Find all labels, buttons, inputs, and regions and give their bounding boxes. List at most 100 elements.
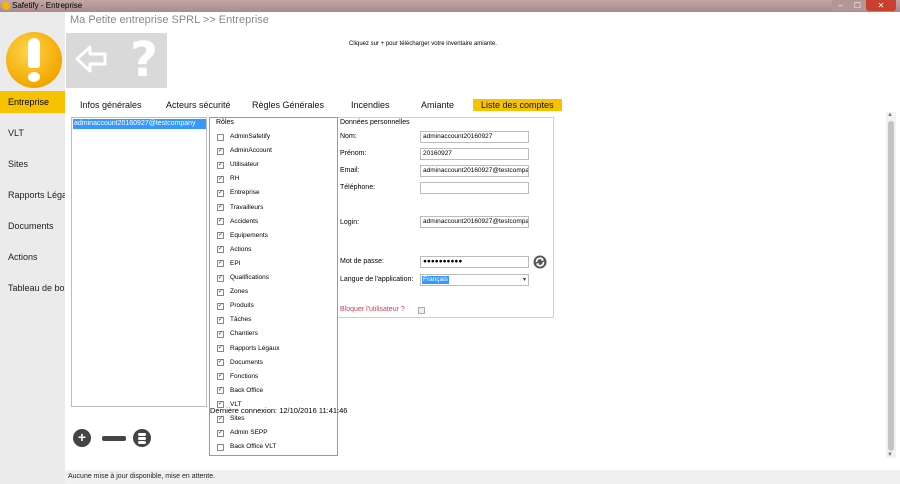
list-item-selected[interactable]: adminaccount20160927@testcompany xyxy=(73,119,206,129)
role-item[interactable]: ✓ RH xyxy=(217,174,239,184)
remove-account-button[interactable] xyxy=(102,436,126,441)
role-label: Travailleurs xyxy=(230,203,264,211)
telephone-field[interactable] xyxy=(420,182,529,194)
block-user-checkbox[interactable] xyxy=(418,307,425,314)
tab-bar: Infos générales Acteurs sécurité Règles … xyxy=(70,99,890,111)
role-item[interactable]: ✓ EPI xyxy=(217,259,240,269)
sidebar-item-tableau-de-bord[interactable]: Tableau de bord xyxy=(0,277,65,299)
role-item[interactable]: ✓ Produits xyxy=(217,301,254,311)
role-item[interactable]: ✓ Rapports Légaux xyxy=(217,344,280,354)
role-label: Fonctions xyxy=(230,372,259,380)
role-label: Equipements xyxy=(230,231,268,239)
add-account-button[interactable]: + xyxy=(73,429,91,447)
role-checkbox[interactable]: ✓ xyxy=(217,387,224,395)
role-checkbox[interactable]: ✓ xyxy=(217,232,224,240)
tab-amiante[interactable]: Amiante xyxy=(421,99,454,111)
role-label: Zones xyxy=(230,288,249,296)
role-checkbox[interactable]: ✓ xyxy=(217,189,224,197)
sidebar-item-vlt[interactable]: VLT xyxy=(0,122,65,144)
role-item[interactable]: ✓ Admin SEPP xyxy=(217,428,268,438)
maximize-button[interactable]: ☐ xyxy=(849,0,866,11)
role-item[interactable]: ✓ Actions xyxy=(217,245,251,255)
sidebar-item-rapports-legaux[interactable]: Rapports Légaux xyxy=(0,184,65,206)
prenom-field[interactable]: 20160927 xyxy=(420,148,529,160)
role-item[interactable]: ✓ Entreprise xyxy=(217,188,260,198)
language-select[interactable]: Français ▾ xyxy=(420,274,529,286)
role-item[interactable]: ✓ Back Office xyxy=(217,386,263,396)
sidebar: Entreprise VLT Sites Rapports Légaux Doc… xyxy=(0,12,65,484)
tab-acteurs-securite[interactable]: Acteurs sécurité xyxy=(166,99,231,111)
vertical-scrollbar[interactable]: ▲ ▼ xyxy=(886,112,896,458)
sidebar-item-actions[interactable]: Actions xyxy=(0,246,65,268)
help-icon[interactable]: ? xyxy=(124,35,164,85)
sidebar-item-sites[interactable]: Sites xyxy=(0,153,65,175)
role-item[interactable]: ✓ Utilisateur xyxy=(217,160,259,170)
database-icon[interactable] xyxy=(133,429,151,447)
role-label: AdminSafetify xyxy=(230,133,271,140)
role-checkbox[interactable]: ✓ xyxy=(217,345,224,352)
role-checkbox[interactable]: ✓ xyxy=(217,246,224,254)
scroll-down-icon[interactable]: ▼ xyxy=(887,452,893,458)
role-item[interactable]: ✓ Chantiers xyxy=(217,329,258,339)
role-item[interactable]: Back Office VLT xyxy=(217,442,276,452)
email-field[interactable]: adminaccount20160927@testcompany xyxy=(420,165,529,177)
account-actions: + xyxy=(73,427,163,447)
scroll-up-icon[interactable]: ▲ xyxy=(887,112,893,118)
role-checkbox[interactable]: ✓ xyxy=(217,274,224,282)
login-label: Login: xyxy=(340,219,360,226)
role-checkbox[interactable]: ✓ xyxy=(217,175,224,183)
refresh-icon[interactable] xyxy=(533,255,547,269)
tab-incendies[interactable]: Incendies xyxy=(351,99,390,111)
role-checkbox[interactable]: ✓ xyxy=(217,415,224,423)
role-checkbox[interactable]: ✓ xyxy=(217,204,224,211)
role-item[interactable]: ✓ Tâches xyxy=(217,315,251,325)
role-checkbox[interactable]: ✓ xyxy=(217,288,224,296)
role-item[interactable]: ✓ AdminAccount xyxy=(217,146,272,156)
role-item[interactable]: ✓ Accidents xyxy=(217,217,258,227)
login-field[interactable]: adminaccount20160927@testcompany xyxy=(420,216,529,228)
prenom-label: Prénom: xyxy=(340,150,367,157)
sidebar-item-documents[interactable]: Documents xyxy=(0,215,65,237)
password-field[interactable]: ●●●●●●●●●● xyxy=(420,256,529,268)
role-checkbox[interactable]: ✓ xyxy=(217,260,224,268)
role-checkbox[interactable]: ✓ xyxy=(217,218,224,226)
tab-infos-generales[interactable]: Infos générales xyxy=(80,99,142,111)
role-checkbox[interactable]: ✓ xyxy=(217,316,224,324)
language-label: Langue de l'application: xyxy=(340,276,414,283)
role-checkbox[interactable]: ✓ xyxy=(217,359,224,367)
role-checkbox[interactable]: ✓ xyxy=(217,302,224,310)
role-item[interactable]: ✓ Travailleurs xyxy=(217,203,263,213)
role-item[interactable]: ✓ Zones xyxy=(217,287,248,297)
app-icon xyxy=(2,2,10,10)
role-checkbox[interactable]: ✓ xyxy=(217,429,224,437)
role-item[interactable]: ✓ Sites xyxy=(217,414,244,424)
close-button[interactable]: ✕ xyxy=(866,0,896,11)
role-checkbox[interactable]: ✓ xyxy=(217,373,224,381)
tab-regles-generales[interactable]: Règles Générales xyxy=(252,99,324,111)
scrollbar-thumb[interactable] xyxy=(888,121,894,451)
role-item[interactable]: ✓ Documents xyxy=(217,358,263,368)
role-checkbox[interactable]: ✓ xyxy=(217,330,224,338)
sidebar-item-entreprise[interactable]: Entreprise xyxy=(0,91,65,113)
tab-liste-des-comptes[interactable]: Liste des comptes xyxy=(473,99,562,111)
role-checkbox[interactable] xyxy=(217,133,224,141)
user-list[interactable]: adminaccount20160927@testcompany xyxy=(71,117,207,407)
title-bar: Safetify - Entreprise – ☐ ✕ xyxy=(0,0,900,12)
personal-data-group: Données personnelles Nom: adminaccount20… xyxy=(338,117,554,318)
logo-dot xyxy=(28,72,40,82)
back-arrow-icon[interactable] xyxy=(74,41,108,77)
toolbox: ? xyxy=(66,33,167,88)
minimize-button[interactable]: – xyxy=(832,0,849,11)
role-item[interactable]: ✓ Fonctions xyxy=(217,372,258,382)
nom-field[interactable]: adminaccount20160927 xyxy=(420,131,529,143)
role-checkbox[interactable]: ✓ xyxy=(217,161,224,169)
role-item[interactable]: AdminSafetify xyxy=(217,132,270,142)
role-checkbox[interactable] xyxy=(217,443,224,451)
roles-title: Rôles xyxy=(216,119,234,126)
role-label: Entreprise xyxy=(230,189,260,197)
chevron-down-icon[interactable]: ▾ xyxy=(523,276,526,283)
role-label: Sites xyxy=(230,415,245,422)
role-item[interactable]: ✓ Qualifications xyxy=(217,273,269,283)
role-item[interactable]: ✓ Equipements xyxy=(217,231,268,241)
role-checkbox[interactable]: ✓ xyxy=(217,147,224,155)
